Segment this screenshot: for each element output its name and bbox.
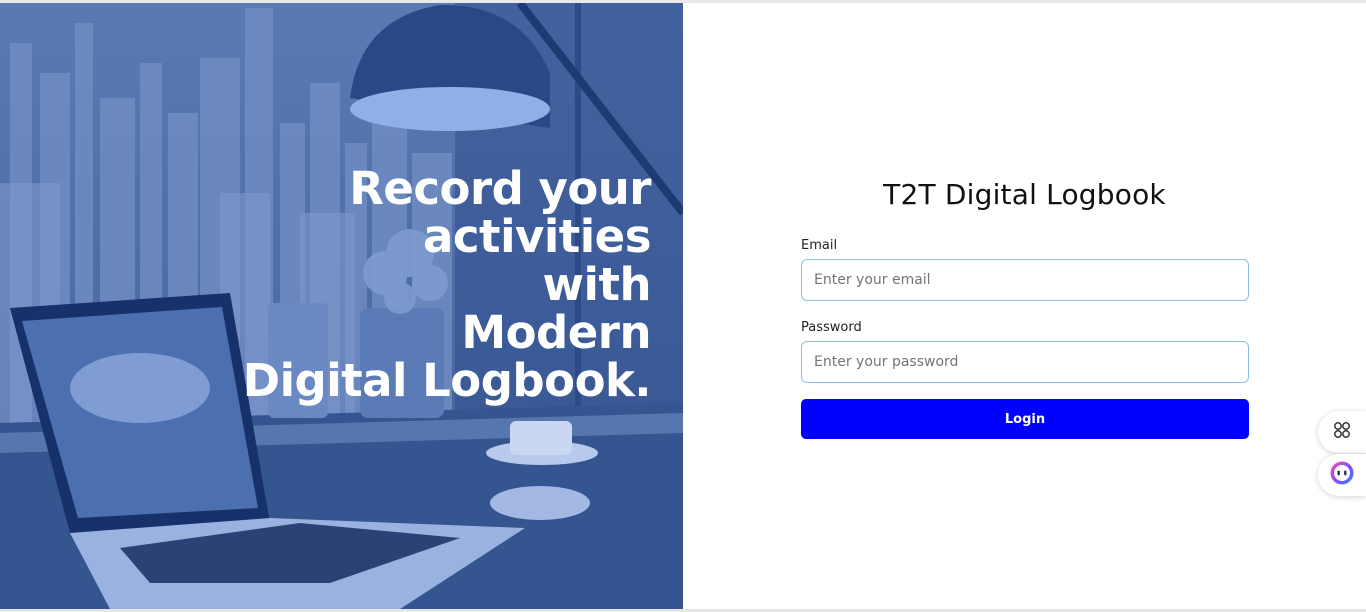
hero-headline-line: with — [542, 258, 651, 311]
hero-headline-line: Digital Logbook. — [242, 354, 652, 407]
hero-headline: Record your activities with Modern Digit… — [231, 162, 652, 407]
email-label: Email — [801, 238, 838, 253]
hero-headline-line: activities — [423, 210, 651, 263]
apps-widget-button[interactable] — [1318, 411, 1366, 453]
app-title: T2T Digital Logbook — [883, 178, 1166, 211]
hero-headline-line: Record your — [349, 162, 651, 215]
login-panel: T2T Digital Logbook Email Password Login — [683, 3, 1366, 609]
email-field[interactable] — [801, 259, 1249, 301]
apps-grid-icon — [1333, 421, 1351, 444]
hero-headline-line: Modern — [461, 306, 651, 359]
assistant-widget-button[interactable] — [1318, 454, 1366, 496]
password-label: Password — [801, 320, 862, 335]
assistant-bot-icon — [1329, 460, 1355, 491]
hero-panel: Record your activities with Modern Digit… — [0, 3, 683, 609]
login-button[interactable]: Login — [801, 399, 1249, 439]
password-field[interactable] — [801, 341, 1249, 383]
